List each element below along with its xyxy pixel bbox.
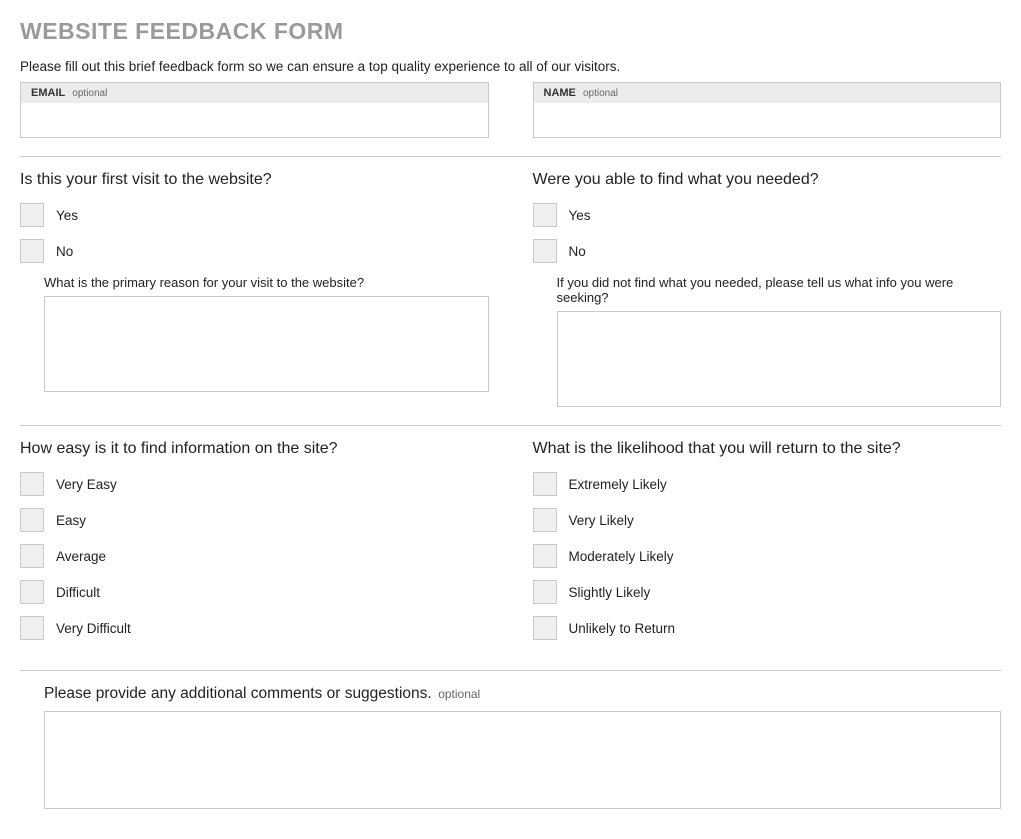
section-2-row: How easy is it to find information on th…: [20, 440, 1001, 652]
q1-no-label: No: [56, 244, 73, 259]
q2-reason-input[interactable]: [557, 311, 1002, 407]
q2-yes-option: Yes: [533, 203, 1002, 227]
q1-yes-checkbox[interactable]: [20, 203, 44, 227]
q4-opt2-label: Very Likely: [569, 513, 634, 528]
q2-yes-checkbox[interactable]: [533, 203, 557, 227]
divider-3: [20, 670, 1001, 671]
q4-opt4: Slightly Likely: [533, 580, 1002, 604]
q3-opt4-checkbox[interactable]: [20, 580, 44, 604]
q3-opt1-checkbox[interactable]: [20, 472, 44, 496]
q1-question: Is this your first visit to the website?: [20, 171, 489, 189]
email-header: EMAIL optional: [21, 83, 488, 103]
name-label: NAME: [544, 87, 576, 99]
q4-opt5-checkbox[interactable]: [533, 616, 557, 640]
q3-opt5-label: Very Difficult: [56, 621, 131, 636]
name-header: NAME optional: [534, 83, 1001, 103]
email-optional: optional: [72, 88, 107, 99]
q3-opt1: Very Easy: [20, 472, 489, 496]
divider-1: [20, 156, 1001, 157]
section-1-row: Is this your first visit to the website?…: [20, 171, 1001, 407]
q4-opt5-label: Unlikely to Return: [569, 621, 676, 636]
name-field-wrapper: NAME optional: [533, 82, 1002, 138]
q2-yes-label: Yes: [569, 208, 591, 223]
q2-no-checkbox[interactable]: [533, 239, 557, 263]
q1-yes-option: Yes: [20, 203, 489, 227]
q4-opt1-checkbox[interactable]: [533, 472, 557, 496]
q4-opt2: Very Likely: [533, 508, 1002, 532]
comments-input[interactable]: [44, 711, 1001, 809]
q3-opt4: Difficult: [20, 580, 489, 604]
q2-no-label: No: [569, 244, 586, 259]
q3-opt3: Average: [20, 544, 489, 568]
email-label: EMAIL: [31, 87, 65, 99]
q3-opt2-checkbox[interactable]: [20, 508, 44, 532]
q3-opt3-label: Average: [56, 549, 106, 564]
q3-opt5: Very Difficult: [20, 616, 489, 640]
name-optional: optional: [583, 88, 618, 99]
q4-opt5: Unlikely to Return: [533, 616, 1002, 640]
q3-opt4-label: Difficult: [56, 585, 100, 600]
q3-opt1-label: Very Easy: [56, 477, 117, 492]
form-title: WEBSITE FEEDBACK FORM: [20, 18, 1001, 45]
divider-2: [20, 425, 1001, 426]
name-input[interactable]: [534, 103, 1001, 137]
comments-optional: optional: [438, 687, 480, 701]
comments-label: Please provide any additional comments o…: [44, 685, 432, 702]
q4-opt3-checkbox[interactable]: [533, 544, 557, 568]
q1-sub-label: What is the primary reason for your visi…: [44, 275, 489, 290]
q4-opt3: Moderately Likely: [533, 544, 1002, 568]
q4-opt4-label: Slightly Likely: [569, 585, 651, 600]
form-intro: Please fill out this brief feedback form…: [20, 59, 1001, 74]
q4-question: What is the likelihood that you will ret…: [533, 440, 1002, 458]
q3-opt3-checkbox[interactable]: [20, 544, 44, 568]
q3-opt2: Easy: [20, 508, 489, 532]
q2-question: Were you able to find what you needed?: [533, 171, 1002, 189]
q3-opt5-checkbox[interactable]: [20, 616, 44, 640]
email-field-wrapper: EMAIL optional: [20, 82, 489, 138]
q2-sub-label: If you did not find what you needed, ple…: [557, 275, 1002, 305]
q4-opt1-label: Extremely Likely: [569, 477, 667, 492]
contact-row: EMAIL optional NAME optional: [20, 82, 1001, 138]
q4-opt2-checkbox[interactable]: [533, 508, 557, 532]
q3-question: How easy is it to find information on th…: [20, 440, 489, 458]
q3-opt2-label: Easy: [56, 513, 86, 528]
q4-opt1: Extremely Likely: [533, 472, 1002, 496]
email-input[interactable]: [21, 103, 488, 137]
q4-opt3-label: Moderately Likely: [569, 549, 674, 564]
q1-no-checkbox[interactable]: [20, 239, 44, 263]
q2-no-option: No: [533, 239, 1002, 263]
comments-section: Please provide any additional comments o…: [44, 685, 1001, 809]
q1-no-option: No: [20, 239, 489, 263]
q1-yes-label: Yes: [56, 208, 78, 223]
q4-opt4-checkbox[interactable]: [533, 580, 557, 604]
q1-reason-input[interactable]: [44, 296, 489, 392]
